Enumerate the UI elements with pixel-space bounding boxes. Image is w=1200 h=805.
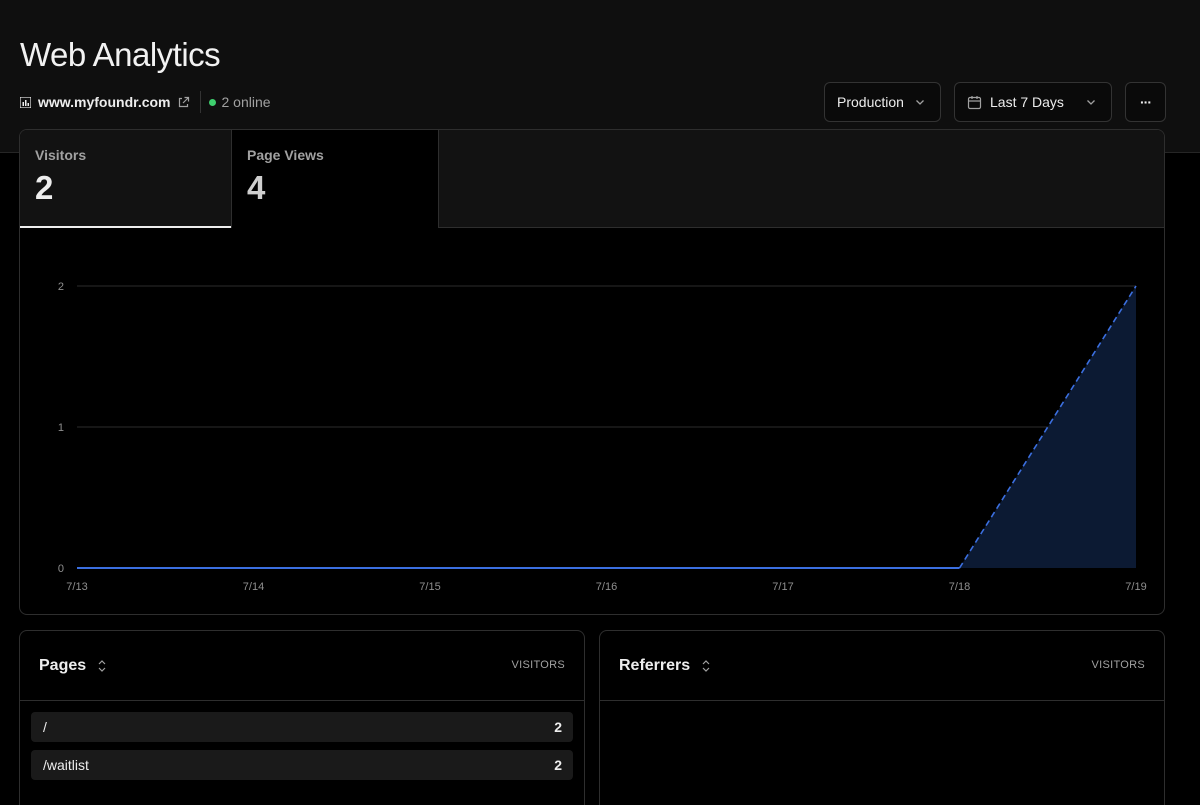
sort-icon[interactable] bbox=[700, 659, 712, 673]
x-tick-label: 7/13 bbox=[66, 581, 87, 593]
divider bbox=[199, 91, 201, 113]
chevron-down-icon bbox=[1087, 100, 1095, 105]
page-path: /waitlist bbox=[43, 757, 89, 773]
x-tick-label: 7/17 bbox=[772, 581, 793, 593]
page-title: Web Analytics bbox=[20, 36, 221, 73]
bar-chart-icon bbox=[20, 96, 31, 108]
project-info: www.myfoundr.com 2 online bbox=[20, 91, 271, 113]
more-options-button[interactable]: ··· bbox=[1125, 82, 1166, 122]
panel-header: Referrers VISITORS bbox=[600, 631, 1164, 701]
more-icon: ··· bbox=[1140, 94, 1152, 110]
x-tick-label: 7/15 bbox=[419, 581, 440, 593]
calendar-icon bbox=[967, 95, 982, 109]
y-tick-label: 1 bbox=[58, 422, 64, 434]
column-header: VISITORS bbox=[1091, 659, 1145, 671]
x-tick-label: 7/19 bbox=[1125, 581, 1146, 593]
visitors-chart: 0 1 2 7/13 7/14 7/15 7/16 7/17 7/18 7/19 bbox=[58, 281, 1147, 593]
online-status-dot bbox=[208, 98, 216, 106]
chevron-down-icon bbox=[916, 100, 924, 105]
x-tick-label: 7/14 bbox=[243, 581, 264, 593]
pages-panel: Pages VISITORS / 2 /waitlist 2 bbox=[19, 630, 585, 805]
analytics-card: Visitors 2 Page Views 4 0 1 2 7/13 7/14 7/15 7… bbox=[19, 129, 1165, 615]
column-header: VISITORS bbox=[511, 659, 565, 671]
date-range-label: Last 7 Days bbox=[990, 94, 1064, 110]
external-link-icon[interactable] bbox=[177, 96, 190, 109]
environment-select[interactable]: Production bbox=[824, 82, 941, 122]
pages-list: / 2 /waitlist 2 bbox=[20, 701, 584, 780]
list-item[interactable]: / 2 bbox=[31, 712, 573, 742]
list-item[interactable]: /waitlist 2 bbox=[31, 750, 573, 780]
panel-title: Referrers bbox=[619, 656, 691, 674]
online-count: 2 online bbox=[221, 94, 271, 110]
environment-label: Production bbox=[837, 94, 904, 110]
visitor-count: 2 bbox=[554, 719, 562, 735]
visitor-count: 2 bbox=[554, 757, 562, 773]
panel-header: Pages VISITORS bbox=[20, 631, 584, 701]
panel-title: Pages bbox=[39, 656, 87, 674]
y-tick-label: 0 bbox=[58, 563, 64, 575]
date-range-select[interactable]: Last 7 Days bbox=[954, 82, 1112, 122]
sort-icon[interactable] bbox=[96, 659, 108, 673]
y-tick-label: 2 bbox=[58, 281, 64, 293]
x-tick-label: 7/16 bbox=[596, 581, 617, 593]
domain-link[interactable]: www.myfoundr.com bbox=[38, 94, 171, 110]
x-tick-label: 7/18 bbox=[949, 581, 970, 593]
page-path: / bbox=[43, 719, 47, 735]
referrers-panel: Referrers VISITORS bbox=[599, 630, 1165, 805]
